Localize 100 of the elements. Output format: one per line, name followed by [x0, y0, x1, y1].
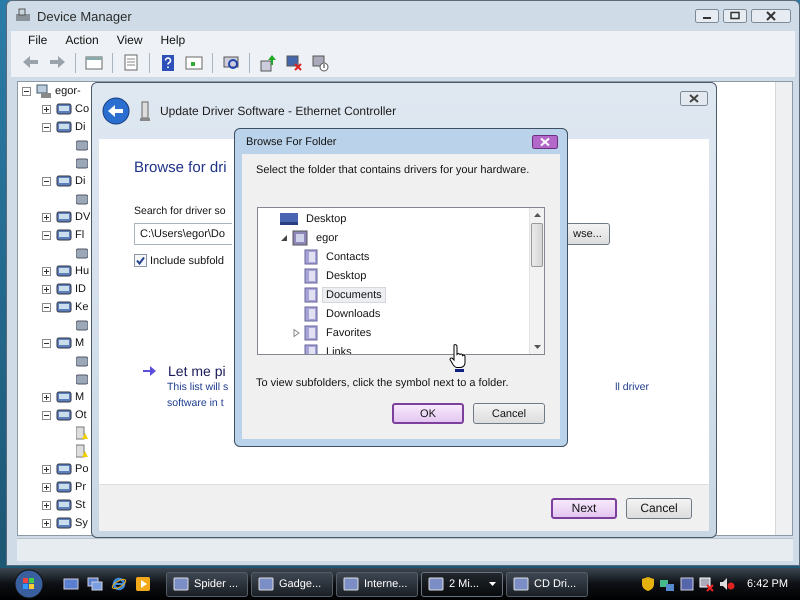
expand-icon[interactable] [42, 212, 51, 222]
dialog-button[interactable]: Next [551, 498, 617, 518]
close-icon[interactable] [680, 91, 708, 106]
device-icon [56, 227, 72, 243]
tree-item[interactable]: M [75, 391, 84, 403]
taskbar-button[interactable]: 2 Mi... [421, 572, 503, 596]
pick-driver-link[interactable]: Let me pi [168, 363, 226, 379]
expand-icon[interactable] [42, 266, 51, 276]
collapse-icon[interactable] [42, 122, 51, 132]
warning-device-icon [76, 444, 88, 458]
clock[interactable]: 6:42 PM [747, 578, 788, 590]
folder-item[interactable]: egor [312, 230, 342, 246]
taskbar-button[interactable]: Spider ... [166, 572, 248, 596]
close-icon[interactable] [532, 134, 558, 148]
expand-icon[interactable] [42, 500, 51, 510]
tree-item[interactable]: Di [75, 175, 86, 187]
tree-item[interactable]: Ke [75, 301, 88, 313]
device-icon [76, 192, 88, 206]
dialog-button[interactable]: Cancel [626, 498, 692, 518]
dialog-button[interactable]: Cancel [473, 403, 545, 424]
disable-icon[interactable] [310, 53, 330, 73]
device-icon [56, 389, 72, 405]
scroll-thumb[interactable] [531, 223, 543, 267]
taskbar-button[interactable]: Interne... [336, 572, 418, 596]
vertical-scrollbar[interactable] [775, 82, 792, 535]
dialog-button[interactable]: OK [392, 403, 464, 424]
collapse-icon[interactable] [42, 176, 51, 186]
folder-item[interactable]: Desktop [322, 268, 370, 284]
network-disconnected-icon[interactable] [699, 576, 716, 592]
tree-item[interactable]: Sy [75, 517, 88, 529]
tree-item[interactable]: Fl [75, 229, 84, 241]
computer-icon [15, 8, 31, 24]
desktop-icon[interactable] [63, 576, 79, 592]
expanded-triangle-icon[interactable] [280, 234, 288, 242]
instruction-text: Select the folder that contains drivers for your hardware. [256, 164, 530, 176]
folder-item[interactable]: Documents [322, 286, 386, 302]
expand-icon[interactable] [42, 518, 51, 528]
scroll-up-icon[interactable] [534, 212, 540, 217]
uninstall-icon[interactable] [284, 53, 304, 73]
user-folder-icon [292, 230, 308, 246]
collapse-icon[interactable] [42, 230, 51, 240]
update-icon[interactable] [258, 53, 278, 73]
device-icon [56, 209, 72, 225]
media-player-icon[interactable] [135, 576, 151, 592]
tree-item[interactable]: egor- [55, 85, 81, 97]
windows-stack-icon[interactable] [87, 576, 103, 592]
app-icon [343, 576, 359, 592]
folder-item[interactable]: Downloads [322, 306, 384, 322]
start-orb-icon[interactable] [14, 569, 44, 599]
shield-icon[interactable] [641, 576, 656, 592]
menu-item[interactable]: Action [56, 31, 108, 49]
path-field[interactable]: C:\Users\egor\Do [134, 223, 232, 245]
tree-item[interactable]: St [75, 499, 86, 511]
dialog-title: Browse For Folder [246, 136, 336, 148]
device-icon [56, 515, 72, 531]
folder-icon [304, 268, 318, 284]
collapsed-triangle-icon[interactable] [292, 328, 300, 336]
device-icon [56, 461, 72, 477]
expand-icon[interactable] [42, 284, 51, 294]
menu-item[interactable]: Help [152, 31, 194, 49]
tree-item[interactable]: Hu [75, 265, 90, 277]
menu-item[interactable]: File [19, 31, 56, 49]
collapse-icon[interactable] [42, 410, 51, 420]
device-icon [76, 354, 88, 368]
tree-item[interactable]: Pr [75, 481, 86, 493]
app-icon [173, 576, 189, 592]
folder-icon [304, 248, 318, 264]
folder-item[interactable]: Favorites [322, 324, 376, 340]
vertical-scrollbar[interactable] [529, 208, 544, 354]
checked-checkbox-icon[interactable] [134, 254, 147, 267]
expand-icon[interactable] [42, 104, 51, 114]
scroll-down-icon[interactable] [534, 345, 540, 350]
folder-item[interactable]: Contacts [322, 248, 374, 264]
folder-item[interactable]: Desktop [302, 210, 350, 226]
device-icon [56, 281, 72, 297]
collapse-icon[interactable] [22, 86, 31, 96]
browser-icon[interactable] [111, 576, 127, 592]
tree-item[interactable]: Ot [75, 409, 87, 421]
tree-item[interactable]: Po [75, 463, 88, 475]
volume-muted-icon[interactable] [719, 576, 736, 592]
app-icon [513, 576, 529, 592]
tree-item[interactable]: ID [75, 283, 86, 295]
warning-device-icon [76, 426, 88, 440]
menu-item[interactable]: View [108, 31, 152, 49]
collapse-icon[interactable] [42, 338, 51, 348]
minimize-icon[interactable] [695, 9, 719, 23]
expand-icon[interactable] [42, 464, 51, 474]
tree-item[interactable]: Di [75, 121, 86, 133]
collapse-icon[interactable] [42, 302, 51, 312]
taskbar-button[interactable]: CD Dri... [506, 572, 588, 596]
expand-icon[interactable] [42, 392, 51, 402]
taskbar-button[interactable]: Gadge... [251, 572, 333, 596]
browse-button[interactable]: wse... [566, 223, 610, 245]
close-icon[interactable] [751, 9, 791, 23]
expand-icon[interactable] [42, 482, 51, 492]
tree-item[interactable]: M [75, 337, 84, 349]
tree-item[interactable]: DV [75, 211, 90, 223]
maximize-icon[interactable] [723, 9, 747, 23]
tree-item[interactable]: Co [75, 103, 90, 115]
device-icon [56, 335, 72, 351]
